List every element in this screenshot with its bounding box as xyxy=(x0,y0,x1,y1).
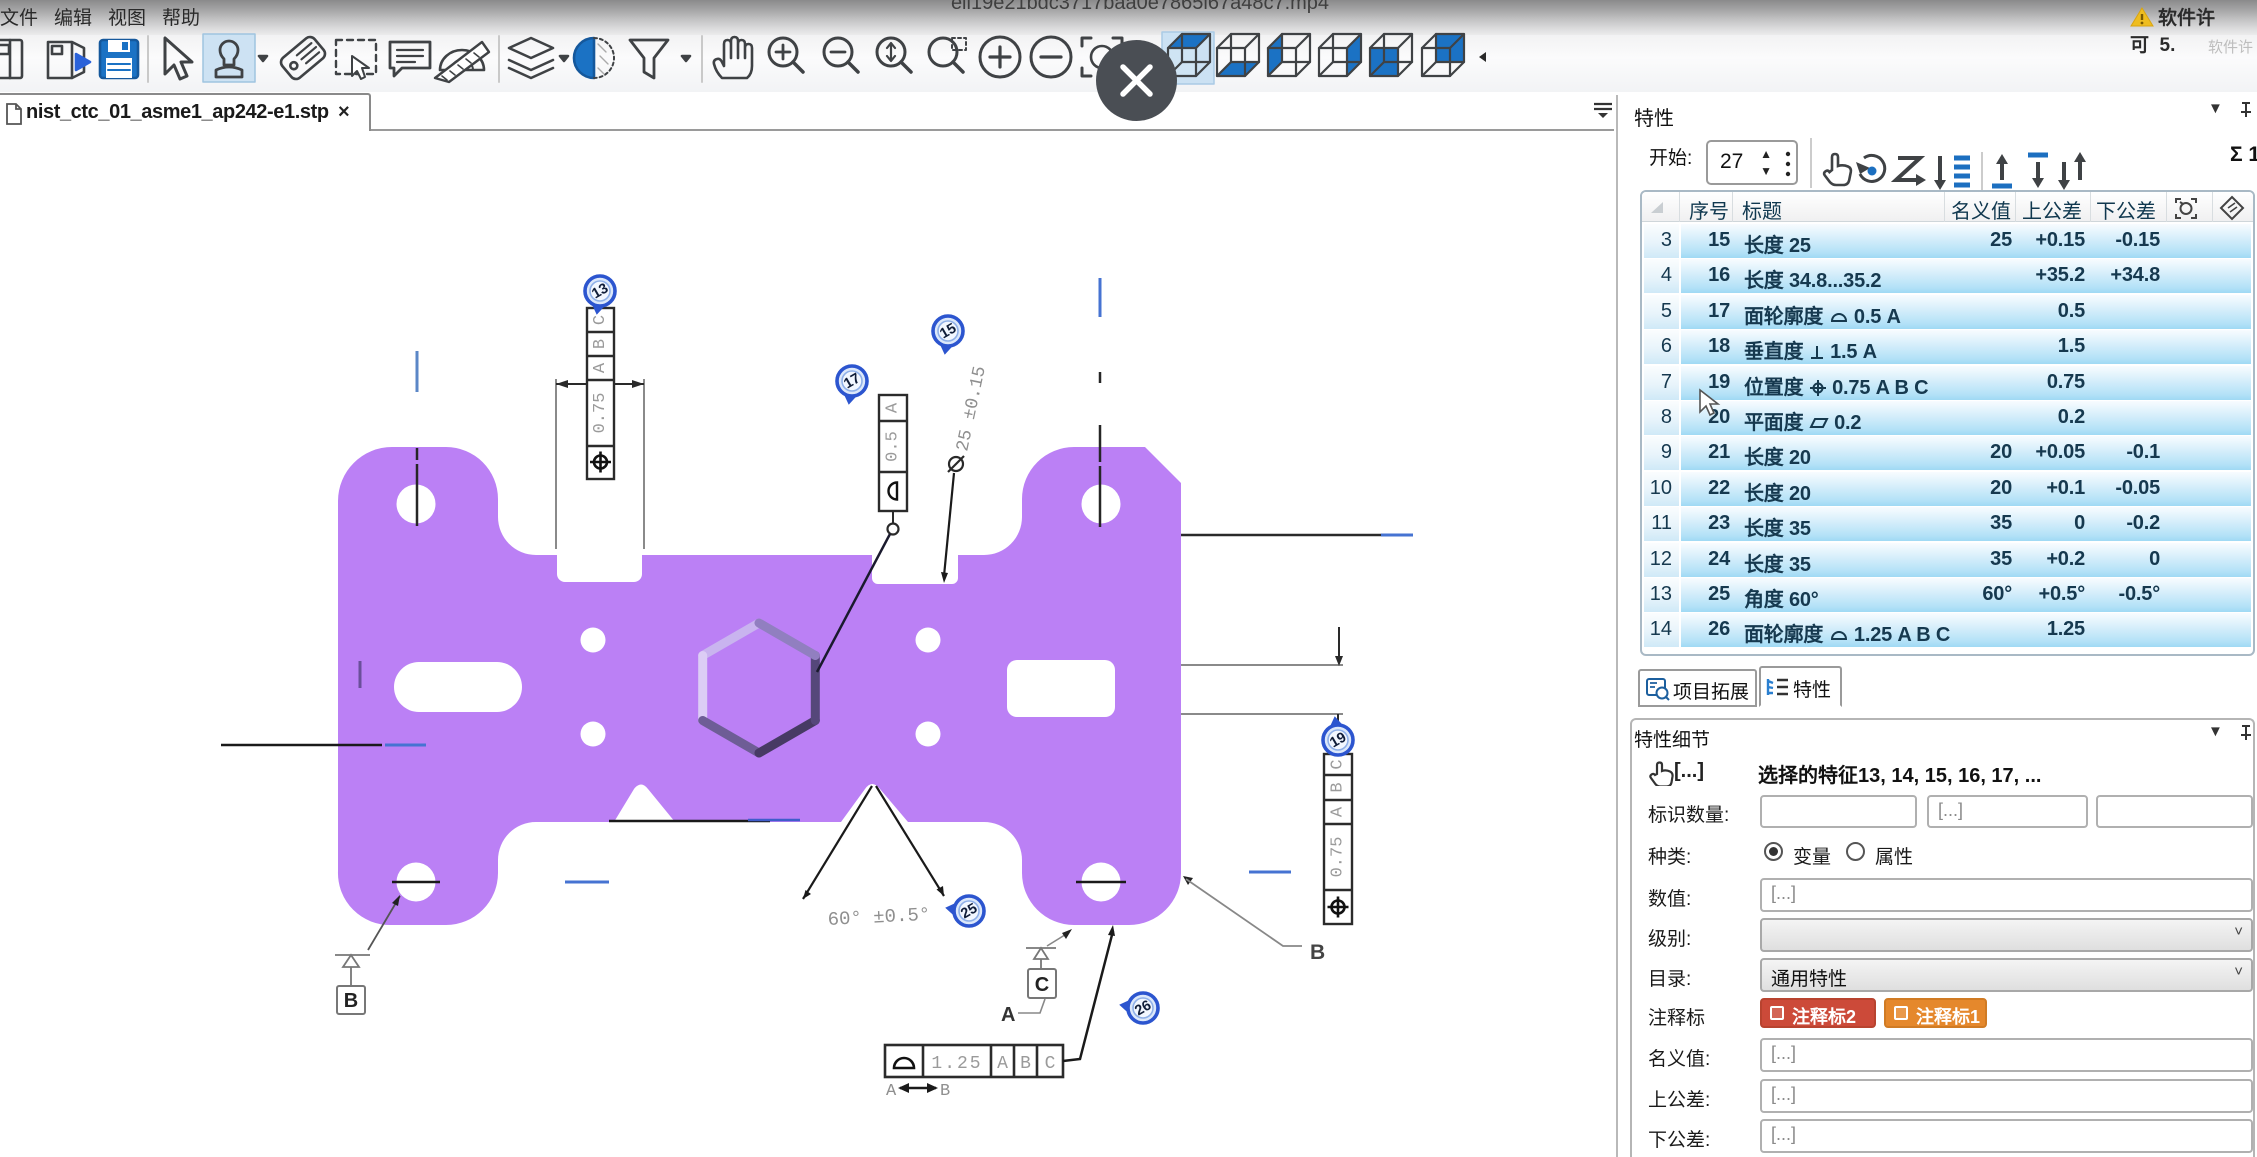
svg-text:B: B xyxy=(1329,782,1348,792)
svg-text:B: B xyxy=(1310,941,1325,964)
svg-text:0.75: 0.75 xyxy=(1329,837,1348,878)
svg-text:B: B xyxy=(940,1082,950,1101)
svg-text:1.25: 1.25 xyxy=(931,1054,982,1074)
svg-text:A: A xyxy=(997,1054,1008,1074)
svg-text:B: B xyxy=(591,339,610,349)
svg-text:A: A xyxy=(884,402,903,413)
svg-text:C: C xyxy=(1045,1054,1056,1074)
svg-text:A: A xyxy=(1329,806,1348,817)
svg-text:C: C xyxy=(1035,974,1049,996)
svg-text:B: B xyxy=(1020,1054,1031,1074)
svg-text:0.5: 0.5 xyxy=(884,431,903,462)
svg-text:25 ±0.15: 25 ±0.15 xyxy=(953,365,991,454)
svg-text:C: C xyxy=(1329,759,1348,769)
svg-text:B: B xyxy=(344,990,358,1012)
svg-text:60° ±0.5°: 60° ±0.5° xyxy=(827,904,931,931)
svg-text:A: A xyxy=(1001,1004,1015,1026)
svg-text:A: A xyxy=(886,1082,897,1101)
svg-text:0.75: 0.75 xyxy=(591,393,610,434)
svg-text:A: A xyxy=(591,362,610,373)
svg-text:C: C xyxy=(591,315,610,325)
